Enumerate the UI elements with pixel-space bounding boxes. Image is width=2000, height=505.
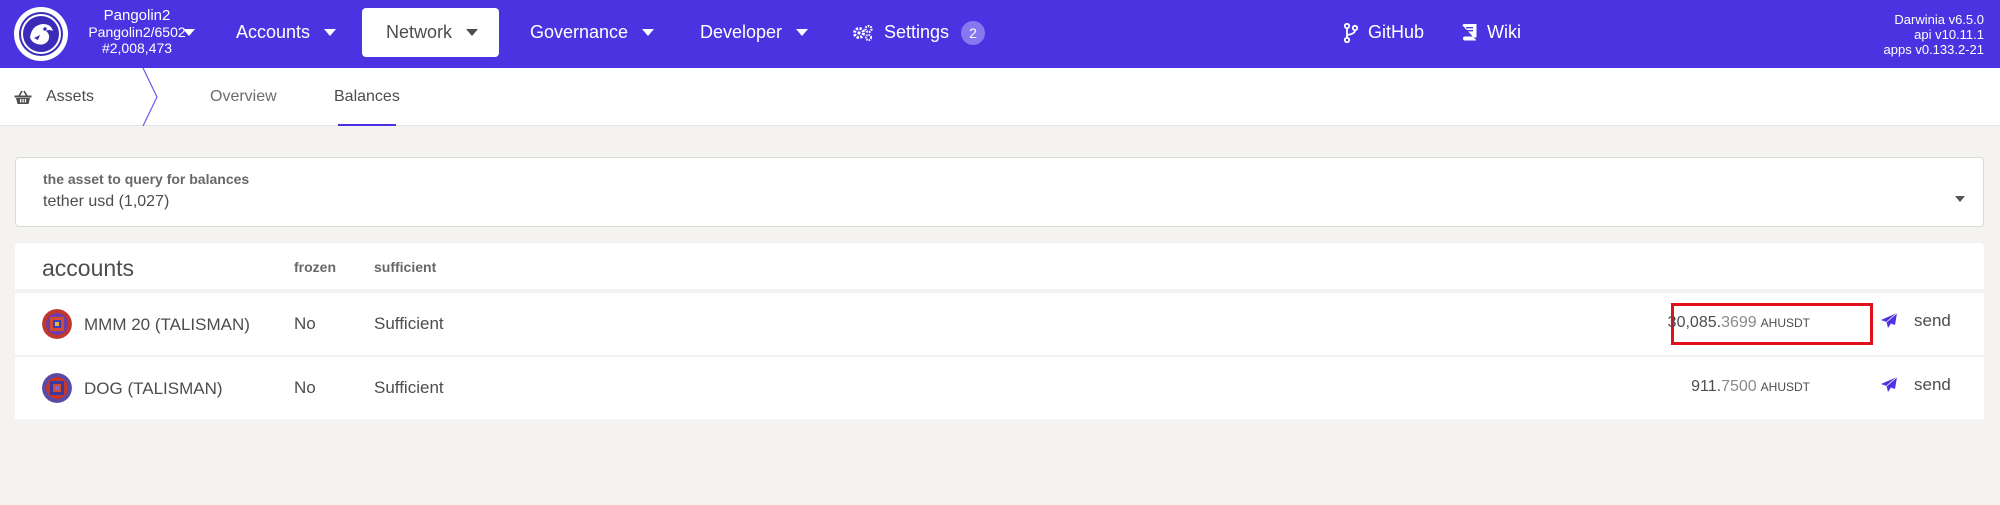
gears-icon: [852, 24, 874, 42]
balance-integer: 30,085.: [1667, 314, 1722, 331]
nav-network[interactable]: Network: [362, 8, 499, 57]
nav-settings[interactable]: Settings 2: [852, 8, 986, 57]
nav-network-label: Network: [386, 22, 453, 42]
balances-table-header: accounts frozen sufficient: [15, 243, 1984, 289]
top-navigation-bar: Pangolin2 Pangolin2/6502 #2,008,473 Acco…: [0, 0, 2000, 68]
nav-accounts[interactable]: Accounts: [236, 8, 337, 57]
nav-governance-label: Governance: [530, 22, 629, 42]
account-name[interactable]: DOG (TALISMAN): [84, 379, 223, 399]
version-info: Darwinia v6.5.0 api v10.11.1 apps v0.133…: [1884, 12, 1984, 57]
chain-block-number: #2,008,473: [101, 40, 173, 56]
chain-runtime: Pangolin2/6502: [88, 24, 186, 40]
table-row: MMM 20 (TALISMAN) No Sufficient 30,085.3…: [15, 293, 1984, 355]
send-button-label: send: [1914, 311, 1951, 330]
breadcrumb-assets[interactable]: Assets: [14, 88, 94, 106]
chevron-down-icon: [466, 29, 479, 36]
settings-count-badge: 2: [961, 20, 986, 45]
table-title: accounts: [42, 255, 135, 281]
balance-integer: 911.: [1691, 378, 1722, 395]
nav-github[interactable]: GitHub: [1344, 8, 1424, 57]
chain-name: Pangolin2: [103, 7, 171, 24]
account-name[interactable]: MMM 20 (TALISMAN): [84, 315, 250, 335]
nav-wiki-label: Wiki: [1487, 22, 1521, 42]
chevron-down-icon[interactable]: [1955, 196, 1965, 202]
nav-wiki[interactable]: Wiki: [1462, 8, 1521, 57]
chevron-down-icon: [642, 29, 655, 36]
column-header-sufficient: sufficient: [374, 259, 437, 275]
basket-icon: [14, 90, 32, 105]
chain-selector[interactable]: Pangolin2 Pangolin2/6502 #2,008,473: [78, 7, 196, 57]
nav-github-label: GitHub: [1368, 22, 1425, 42]
book-icon: [1462, 24, 1477, 41]
balance-value: 30,085.3699 AHUSDT: [1668, 314, 1810, 332]
breadcrumb-separator: [142, 68, 158, 126]
account-identicon-icon[interactable]: [42, 309, 72, 339]
nav-settings-label: Settings: [884, 22, 950, 42]
frozen-value: No: [294, 378, 316, 397]
asset-selector-dropdown[interactable]: the asset to query for balances tether u…: [15, 157, 1984, 227]
nav-accounts-label: Accounts: [236, 22, 311, 42]
account-identicon-icon[interactable]: [42, 373, 72, 403]
sufficient-value: Sufficient: [374, 378, 444, 397]
balance-value: 911.7500 AHUSDT: [1691, 378, 1810, 396]
asset-selector-value: tether usd (1,027): [43, 193, 170, 210]
tab-overview[interactable]: Overview: [210, 88, 277, 106]
balance-unit: AHUSDT: [1760, 380, 1810, 394]
tab-balances[interactable]: Balances: [334, 88, 400, 106]
send-button-label: send: [1914, 375, 1951, 394]
frozen-value: No: [294, 314, 316, 333]
asset-selector-label: the asset to query for balances: [43, 171, 250, 187]
breadcrumb-assets-label: Assets: [46, 88, 95, 105]
active-tab-indicator: [338, 124, 396, 126]
column-header-frozen: frozen: [294, 259, 336, 275]
sub-navigation-bar: Assets Overview Balances: [0, 68, 2000, 126]
apps-version: apps v0.133.2-21: [1883, 42, 1984, 57]
nav-developer-label: Developer: [700, 22, 783, 42]
balance-decimal: 7500: [1721, 378, 1757, 395]
paper-plane-icon: [1880, 376, 1898, 394]
sufficient-value: Sufficient: [374, 314, 444, 333]
chevron-down-icon: [796, 29, 809, 36]
balance-decimal: 3699: [1721, 314, 1757, 331]
code-branch-icon: [1344, 22, 1358, 43]
send-button[interactable]: send: [1880, 311, 1951, 331]
chevron-down-icon: [324, 29, 337, 36]
node-version: Darwinia v6.5.0: [1894, 12, 1984, 27]
send-button[interactable]: send: [1880, 375, 1951, 395]
balance-unit: AHUSDT: [1760, 316, 1810, 330]
chevron-down-icon[interactable]: [183, 29, 195, 36]
nav-governance[interactable]: Governance: [530, 8, 655, 57]
api-version: api v10.11.1: [1914, 27, 1984, 42]
nav-developer[interactable]: Developer: [700, 8, 809, 57]
table-row: DOG (TALISMAN) No Sufficient 911.7500 AHU…: [15, 357, 1984, 419]
paper-plane-icon: [1880, 312, 1898, 330]
chain-logo-icon[interactable]: [14, 7, 68, 61]
